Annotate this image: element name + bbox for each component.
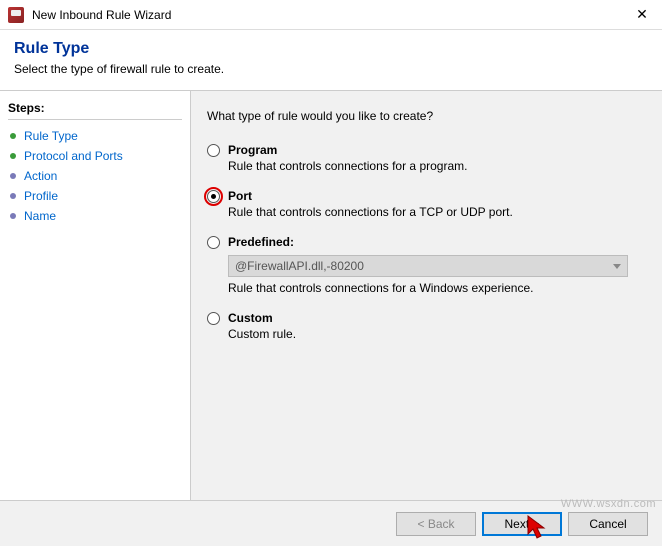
radio-row[interactable]: Predefined: — [207, 235, 646, 249]
window-title: New Inbound Rule Wizard — [32, 8, 630, 22]
step-action[interactable]: Action — [8, 166, 182, 186]
radio-desc-program: Rule that controls connections for a pro… — [228, 159, 646, 173]
radio-icon[interactable] — [207, 190, 220, 203]
back-button[interactable]: < Back — [396, 512, 476, 536]
radio-item-custom: Custom Custom rule. — [207, 311, 646, 341]
radio-icon[interactable] — [207, 236, 220, 249]
steps-sidebar: Steps: Rule Type Protocol and Ports Acti… — [0, 91, 190, 500]
radio-row[interactable]: Port — [207, 189, 646, 203]
step-protocol-and-ports[interactable]: Protocol and Ports — [8, 146, 182, 166]
bullet-icon — [10, 213, 16, 219]
step-label: Protocol and Ports — [24, 149, 123, 163]
bullet-icon — [10, 133, 16, 139]
radio-label-predefined: Predefined: — [228, 235, 294, 249]
radio-label-custom: Custom — [228, 311, 273, 325]
wizard-header: Rule Type Select the type of firewall ru… — [0, 30, 662, 90]
radio-label-program: Program — [228, 143, 277, 157]
radio-item-predefined: Predefined: @FirewallAPI.dll,-80200 Rule… — [207, 235, 646, 295]
main-panel: What type of rule would you like to crea… — [191, 91, 662, 500]
step-label: Profile — [24, 189, 58, 203]
wizard-footer: < Back Next > Cancel — [0, 500, 662, 546]
step-label: Rule Type — [24, 129, 78, 143]
page-title: Rule Type — [14, 40, 648, 58]
radio-item-port: Port Rule that controls connections for … — [207, 189, 646, 219]
predefined-select-value: @FirewallAPI.dll,-80200 — [235, 259, 364, 273]
step-rule-type[interactable]: Rule Type — [8, 126, 182, 146]
rule-type-radio-group: Program Rule that controls connections f… — [207, 143, 646, 341]
bullet-icon — [10, 193, 16, 199]
radio-row[interactable]: Custom — [207, 311, 646, 325]
firewall-icon — [8, 7, 24, 23]
radio-desc-custom: Custom rule. — [228, 327, 646, 341]
step-label: Action — [24, 169, 57, 183]
titlebar: New Inbound Rule Wizard ✕ — [0, 0, 662, 30]
radio-row[interactable]: Program — [207, 143, 646, 157]
predefined-select[interactable]: @FirewallAPI.dll,-80200 — [228, 255, 628, 277]
wizard-body: Steps: Rule Type Protocol and Ports Acti… — [0, 91, 662, 500]
cancel-button[interactable]: Cancel — [568, 512, 648, 536]
rule-type-prompt: What type of rule would you like to crea… — [207, 109, 646, 123]
next-button[interactable]: Next > — [482, 512, 562, 536]
bullet-icon — [10, 153, 16, 159]
step-profile[interactable]: Profile — [8, 186, 182, 206]
radio-desc-predefined: Rule that controls connections for a Win… — [228, 281, 646, 295]
radio-icon[interactable] — [207, 144, 220, 157]
close-button[interactable]: ✕ — [630, 6, 654, 23]
radio-label-port: Port — [228, 189, 252, 203]
step-label: Name — [24, 209, 56, 223]
radio-item-program: Program Rule that controls connections f… — [207, 143, 646, 173]
radio-icon[interactable] — [207, 312, 220, 325]
page-subtitle: Select the type of firewall rule to crea… — [14, 62, 648, 76]
step-name[interactable]: Name — [8, 206, 182, 226]
bullet-icon — [10, 173, 16, 179]
radio-desc-port: Rule that controls connections for a TCP… — [228, 205, 646, 219]
steps-heading: Steps: — [8, 101, 182, 120]
